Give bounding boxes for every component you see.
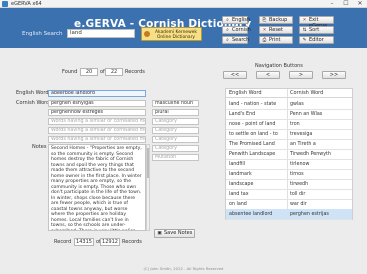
reset-button-label: Reset — [269, 27, 283, 33]
similar-word-field-1[interactable]: Words having a similar or correlated mea… — [48, 118, 146, 125]
english-column-header: English Word — [229, 90, 262, 96]
results-list[interactable]: English Word Cornish Word land - nation … — [225, 88, 353, 220]
next-record-button[interactable]: > — [289, 71, 313, 79]
app-icon — [2, 1, 8, 7]
category-field-3[interactable]: Category — [152, 118, 199, 125]
record-number: 14315 — [74, 238, 94, 246]
online-dictionary-button[interactable]: Akademi Kernewek Online Dictionary — [141, 27, 202, 41]
category-field-1[interactable]: masculine noun — [152, 100, 199, 107]
similar-word-field-2[interactable]: Words having a similar or correlated mea… — [48, 127, 146, 134]
category-field-5[interactable]: Category — [152, 136, 199, 143]
main-panel: Found 20 of 22 Records English Word abee… — [0, 48, 367, 274]
editor-button-label: Editor — [309, 37, 324, 43]
save-notes-label: Save Notes — [164, 230, 193, 236]
print-button[interactable]: ⎙ Print — [259, 36, 293, 44]
english-word-field[interactable]: abeerboe landlord — [48, 90, 146, 97]
notes-textarea[interactable]: Second Homes - "Properties are empty, so… — [48, 144, 146, 231]
exit-icon: ✕ — [302, 18, 307, 23]
cornish-word-field-1[interactable]: perghen eshyigas — [48, 100, 146, 107]
search-label: English Search — [22, 31, 63, 37]
cornish-button-label: Cornish — [232, 27, 251, 33]
navigation-title: Navigation Buttons — [255, 63, 303, 69]
sort-button[interactable]: ⇅ Sort — [299, 26, 334, 34]
mutation-field[interactable]: Mutation — [152, 154, 199, 161]
save-notes-button[interactable]: ▣ Save Notes — [154, 229, 195, 238]
english-button-label: English — [232, 17, 251, 23]
backup-button-label: Backup — [269, 17, 288, 23]
dictionary-icon — [144, 31, 150, 37]
previous-record-button[interactable]: < — [256, 71, 280, 79]
list-row-cornish: perghen estrijas — [290, 212, 329, 217]
category-field-2[interactable]: plural — [152, 109, 199, 116]
search-icon: ⌕ — [226, 28, 229, 33]
header-bar: e.GERVA - Cornish Dictionary English Sea… — [0, 8, 367, 48]
notes-label: Notes — [32, 144, 47, 150]
editor-button[interactable]: ✎ Editor — [299, 36, 334, 44]
exit-button[interactable]: ✕Exit eGerva — [299, 16, 334, 29]
list-row[interactable]: absentee landlord perghen estrijas — [226, 209, 352, 220]
edit-icon: ✎ — [302, 38, 307, 43]
found-count: 20 — [80, 68, 98, 76]
english-button[interactable]: ⌕ English — [222, 16, 251, 24]
found-records-label: Records — [125, 69, 145, 75]
save-icon: ▣ — [157, 231, 162, 236]
category-field-4[interactable]: Category — [152, 127, 199, 134]
sort-button-label: Sort — [309, 27, 320, 33]
title-bar: eGERVA x64 – ☐ ✕ — [0, 0, 367, 8]
reset-icon: ✕ — [262, 28, 267, 33]
search-icon: ⌕ — [226, 38, 229, 43]
last-record-button[interactable]: >> — [322, 71, 346, 79]
print-button-label: Print — [269, 37, 281, 43]
category-field-6[interactable]: Category — [152, 145, 199, 152]
window-title: eGERVA x64 — [11, 1, 42, 7]
search-button[interactable]: ⌕ Search — [222, 36, 250, 44]
list-row-english: absentee landlord — [229, 212, 273, 217]
similar-word-field-3[interactable]: Words having a similar or correlated mea… — [48, 136, 146, 143]
record-total: 12912 — [100, 238, 120, 246]
notes-scroll-thumb[interactable] — [147, 148, 149, 178]
search-icon: ⌕ — [226, 18, 229, 23]
record-label: Record — [54, 239, 72, 245]
maximize-icon[interactable]: ☐ — [340, 0, 352, 8]
first-record-button[interactable]: << — [223, 71, 247, 79]
reset-button[interactable]: ✕ Reset — [259, 26, 293, 34]
list-header: English Word Cornish Word — [226, 89, 352, 98]
english-word-label: English Word — [16, 90, 49, 96]
cornish-word-field-2[interactable]: perghennow estreges — [48, 109, 146, 116]
cornish-button[interactable]: ⌕ Cornish — [222, 26, 251, 34]
search-button-label: Search — [232, 37, 250, 43]
backup-button[interactable]: ⎘ Backup — [259, 16, 293, 24]
notes-scrollbar[interactable] — [146, 144, 150, 231]
close-icon[interactable]: ✕ — [354, 0, 366, 8]
sort-icon: ⇅ — [302, 28, 307, 33]
copyright-footer: (C) John Smith, 2022 - All Rights Reserv… — [143, 266, 224, 271]
cornish-word-label: Cornish Word — [16, 100, 50, 106]
found-label: Found — [62, 69, 78, 75]
online-dictionary-label: Akademi Kernewek Online Dictionary — [155, 29, 197, 40]
print-icon: ⎙ — [262, 38, 267, 43]
search-input[interactable]: land — [67, 29, 135, 38]
cornish-column-header: Cornish Word — [290, 90, 324, 96]
found-total: 22 — [105, 68, 123, 76]
record-records-label: Records — [122, 239, 142, 245]
backup-icon: ⎘ — [262, 18, 267, 23]
minimize-icon[interactable]: – — [326, 0, 338, 8]
